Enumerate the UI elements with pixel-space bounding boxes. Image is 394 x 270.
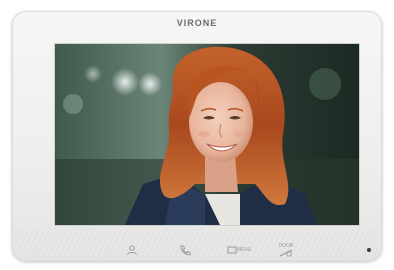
phone-icon bbox=[180, 245, 191, 256]
brand-logo: VIRONE bbox=[176, 18, 218, 28]
video-intercom-monitor: VIRONE MENU DOOR bbox=[12, 11, 382, 261]
phone-button[interactable] bbox=[175, 242, 195, 258]
door-open-icon bbox=[279, 249, 293, 257]
monitor-screen bbox=[54, 43, 360, 226]
user-icon bbox=[127, 245, 137, 256]
menu-icon bbox=[227, 246, 237, 254]
menu-button-label: MENU bbox=[236, 247, 252, 253]
stage: VIRONE MENU DOOR bbox=[0, 0, 394, 270]
door-open-button[interactable]: DOOR bbox=[272, 242, 300, 258]
control-buttons: MENU DOOR bbox=[107, 242, 337, 258]
user-button[interactable] bbox=[122, 242, 142, 258]
screen-photo bbox=[55, 44, 359, 225]
menu-button[interactable]: MENU bbox=[225, 242, 253, 258]
status-led bbox=[367, 248, 371, 252]
